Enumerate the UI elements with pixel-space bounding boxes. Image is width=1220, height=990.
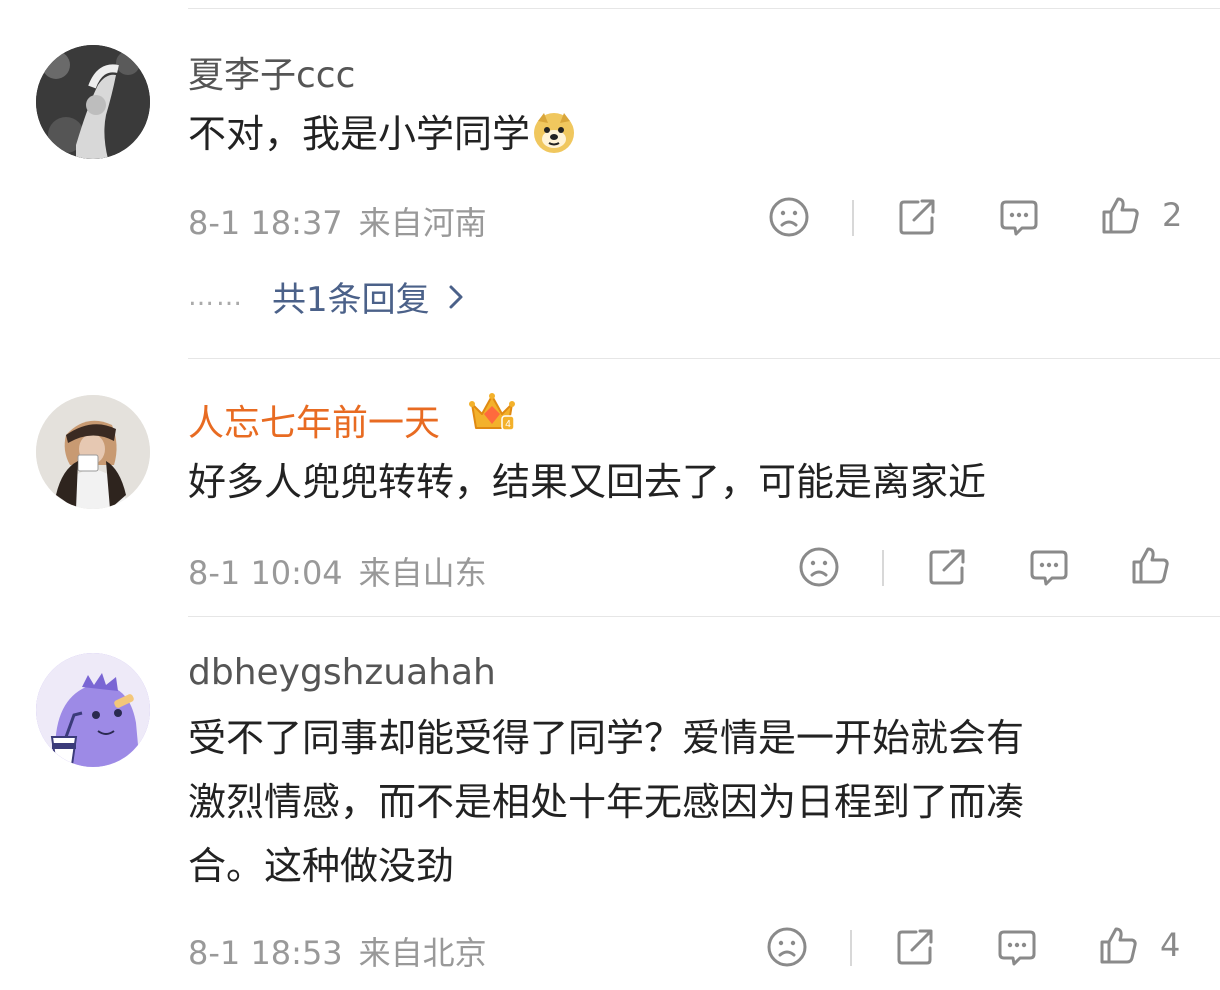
sad-face-icon (767, 927, 807, 967)
divider (188, 358, 1220, 359)
comment-meta: 8-1 10:04 来自山东 (188, 548, 487, 594)
divider (852, 200, 854, 236)
comment-location: 来自河南 (358, 204, 487, 242)
like-button[interactable] (1130, 544, 1172, 586)
avatar[interactable] (36, 45, 150, 159)
avatar[interactable] (36, 653, 150, 767)
share-icon (899, 199, 935, 235)
thumbs-up-icon (1100, 927, 1137, 964)
like-button[interactable]: 2 (1100, 194, 1182, 236)
comment-meta: 8-1 18:37 来自河南 (188, 198, 487, 244)
thumbs-up-icon (1132, 547, 1169, 584)
sad-face-icon (769, 197, 809, 237)
dislike-button[interactable] (798, 546, 840, 588)
share-icon (897, 929, 933, 965)
reply-summary[interactable]: …… 共1条回复 (188, 272, 466, 321)
share-button[interactable] (894, 926, 936, 968)
reply-button[interactable] (998, 196, 1040, 238)
like-button[interactable]: 4 (1098, 924, 1180, 966)
reply-button[interactable] (996, 926, 1038, 968)
comment-time: 8-1 18:53 (188, 934, 343, 972)
crown-vip-icon: 4 (468, 390, 516, 440)
reply-button[interactable] (1028, 546, 1070, 588)
avatar[interactable] (36, 395, 150, 509)
share-button[interactable] (896, 196, 938, 238)
comment-time: 8-1 18:37 (188, 204, 343, 242)
username[interactable]: dbheygshzuahah (188, 652, 496, 693)
divider (188, 8, 1220, 9)
comment-bubble-icon (998, 930, 1036, 966)
thumbs-up-icon (1102, 197, 1139, 234)
comment-text: 受不了同事却能受得了同学？爱情是一开始就会有 激烈情感，而不是相处十年无感因为日… (188, 716, 1025, 888)
like-count: 2 (1162, 196, 1183, 234)
comment-text: 好多人兜兜转转，结果又回去了，可能是离家近 (188, 460, 987, 504)
dots: …… (188, 281, 244, 312)
comment-location: 来自山东 (358, 554, 487, 592)
divider (882, 550, 884, 586)
divider (850, 930, 852, 966)
chevron-right-icon (449, 285, 463, 308)
comment-bubble-icon (1000, 200, 1038, 236)
dislike-button[interactable] (766, 926, 808, 968)
svg-text:4: 4 (505, 419, 511, 430)
comment-meta: 8-1 18:53 来自北京 (188, 928, 487, 974)
comment-text: 不对，我是小学同学 (188, 102, 1188, 174)
username[interactable]: 夏李子ccc (188, 46, 355, 98)
dislike-button[interactable] (768, 196, 810, 238)
doge-icon (532, 110, 576, 174)
username[interactable]: 人忘七年前一天 (188, 394, 440, 446)
like-count: 4 (1160, 926, 1181, 964)
comment-bubble-icon (1030, 550, 1068, 586)
comment-text-content: 不对，我是小学同学 (188, 112, 531, 156)
sad-face-icon (799, 547, 839, 587)
divider (188, 616, 1220, 617)
share-icon (929, 549, 965, 585)
comment-time: 8-1 10:04 (188, 554, 343, 592)
share-button[interactable] (926, 546, 968, 588)
reply-count-link[interactable]: 共1条回复 (272, 272, 430, 321)
comment-location: 来自北京 (358, 934, 487, 972)
